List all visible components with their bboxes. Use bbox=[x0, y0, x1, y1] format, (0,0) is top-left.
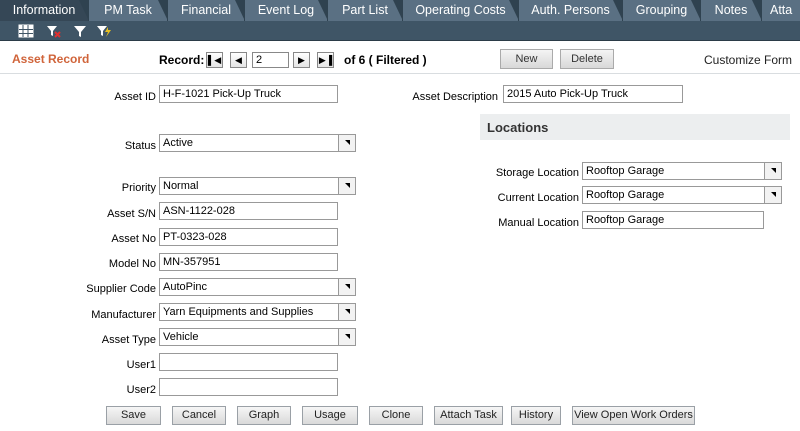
asset-type-value: Vehicle bbox=[163, 331, 199, 343]
tab-pm-task[interactable]: PM Task bbox=[89, 0, 168, 21]
next-record-button[interactable]: ▶ bbox=[293, 52, 310, 68]
chevron-down-icon[interactable] bbox=[338, 135, 355, 151]
tab-label: Atta bbox=[770, 3, 793, 17]
chevron-down-icon[interactable] bbox=[338, 304, 355, 320]
storage-location-value: Rooftop Garage bbox=[586, 165, 665, 177]
tab-label: Information bbox=[12, 3, 76, 17]
user2-label: User2 bbox=[126, 384, 156, 396]
tab-label: Part List bbox=[342, 3, 388, 17]
tab-attachments[interactable]: Atta bbox=[762, 0, 800, 21]
asset-no-label: Asset No bbox=[111, 233, 156, 245]
view-open-work-orders-button[interactable]: View Open Work Orders bbox=[572, 406, 695, 425]
first-record-button[interactable]: ▌◀ bbox=[206, 52, 223, 68]
storage-location-label: Storage Location bbox=[495, 167, 579, 179]
tab-label: Financial bbox=[180, 3, 232, 17]
status-label: Status bbox=[124, 140, 156, 152]
tab-information[interactable]: Information bbox=[0, 0, 89, 21]
asset-sn-label: Asset S/N bbox=[107, 208, 156, 220]
record-count-label: of 6 ( Filtered ) bbox=[344, 53, 427, 67]
last-record-button[interactable]: ▶▐ bbox=[317, 52, 334, 68]
storage-location-select[interactable]: Rooftop Garage bbox=[582, 162, 782, 180]
model-no-label: Model No bbox=[108, 258, 156, 270]
tab-label: PM Task bbox=[104, 3, 152, 17]
user2-field[interactable] bbox=[159, 378, 338, 396]
priority-value: Normal bbox=[163, 180, 199, 192]
current-location-select[interactable]: Rooftop Garage bbox=[582, 186, 782, 204]
tab-grouping[interactable]: Grouping bbox=[623, 0, 701, 21]
model-no-field[interactable]: MN-357951 bbox=[159, 253, 338, 271]
status-select[interactable]: Active bbox=[159, 134, 356, 152]
manufacturer-value: Yarn Equipments and Supplies bbox=[163, 306, 314, 318]
asset-type-select[interactable]: Vehicle bbox=[159, 328, 356, 346]
chevron-down-icon[interactable] bbox=[764, 187, 781, 203]
tab-label: Event Log bbox=[257, 3, 315, 17]
priority-select[interactable]: Normal bbox=[159, 177, 356, 195]
grid-icon[interactable] bbox=[18, 23, 34, 39]
toolbar bbox=[0, 21, 800, 41]
supplier-code-value: AutoPinc bbox=[163, 281, 208, 293]
save-button[interactable]: Save bbox=[106, 406, 161, 425]
chevron-down-icon[interactable] bbox=[764, 163, 781, 179]
customize-form-link[interactable]: Customize Form bbox=[704, 53, 792, 67]
supplier-code-label: Supplier Code bbox=[86, 283, 156, 295]
user1-field[interactable] bbox=[159, 353, 338, 371]
delete-button[interactable]: Delete bbox=[560, 49, 614, 69]
tab-event-log[interactable]: Event Log bbox=[245, 0, 328, 21]
tab-auth-persons[interactable]: Auth. Persons bbox=[519, 0, 623, 21]
manufacturer-select[interactable]: Yarn Equipments and Supplies bbox=[159, 303, 356, 321]
clear-filter-icon[interactable] bbox=[45, 23, 61, 39]
tab-label: Auth. Persons bbox=[531, 3, 610, 17]
tab-label: Grouping bbox=[635, 3, 688, 17]
quick-filter-icon[interactable] bbox=[96, 23, 112, 39]
tab-label: Notes bbox=[714, 3, 748, 17]
user1-label: User1 bbox=[126, 359, 156, 371]
record-label: Record: bbox=[159, 53, 205, 67]
tab-financial[interactable]: Financial bbox=[168, 0, 245, 21]
tab-part-list[interactable]: Part List bbox=[328, 0, 403, 21]
history-button[interactable]: History bbox=[511, 406, 561, 425]
manufacturer-label: Manufacturer bbox=[91, 309, 156, 321]
graph-button[interactable]: Graph bbox=[237, 406, 291, 425]
clone-button[interactable]: Clone bbox=[369, 406, 423, 425]
chevron-down-icon[interactable] bbox=[338, 178, 355, 194]
record-header: Asset Record Record: ▌◀ ◀ 2 ▶ ▶▐ of 6 ( … bbox=[0, 44, 800, 74]
manual-location-field[interactable]: Rooftop Garage bbox=[582, 211, 764, 229]
cancel-button[interactable]: Cancel bbox=[172, 406, 226, 425]
locations-title: Locations bbox=[487, 120, 549, 135]
asset-id-field[interactable]: H-F-1021 Pick-Up Truck bbox=[159, 85, 338, 103]
tab-bar: Information PM Task Financial Event Log … bbox=[0, 0, 800, 21]
asset-description-field[interactable]: 2015 Auto Pick-Up Truck bbox=[503, 85, 683, 103]
tab-notes[interactable]: Notes bbox=[701, 0, 762, 21]
previous-record-button[interactable]: ◀ bbox=[230, 52, 247, 68]
asset-no-field[interactable]: PT-0323-028 bbox=[159, 228, 338, 246]
record-number-input[interactable]: 2 bbox=[252, 52, 289, 68]
asset-description-label: Asset Description bbox=[412, 91, 498, 103]
attach-task-button[interactable]: Attach Task bbox=[434, 406, 503, 425]
tab-operating-costs[interactable]: Operating Costs bbox=[403, 0, 519, 21]
supplier-code-select[interactable]: AutoPinc bbox=[159, 278, 356, 296]
chevron-down-icon[interactable] bbox=[338, 279, 355, 295]
asset-id-label: Asset ID bbox=[114, 91, 156, 103]
status-value: Active bbox=[163, 137, 193, 149]
manual-location-label: Manual Location bbox=[498, 217, 579, 229]
current-location-label: Current Location bbox=[497, 192, 579, 204]
locations-section-header: Locations bbox=[480, 114, 790, 140]
asset-type-label: Asset Type bbox=[101, 334, 156, 346]
current-location-value: Rooftop Garage bbox=[586, 189, 665, 201]
new-button[interactable]: New bbox=[500, 49, 553, 69]
filter-icon[interactable] bbox=[72, 23, 88, 39]
chevron-down-icon[interactable] bbox=[338, 329, 355, 345]
asset-sn-field[interactable]: ASN-1122-028 bbox=[159, 202, 338, 220]
tab-label: Operating Costs bbox=[415, 3, 506, 17]
usage-button[interactable]: Usage bbox=[302, 406, 358, 425]
page-title: Asset Record bbox=[12, 52, 90, 66]
priority-label: Priority bbox=[121, 182, 156, 194]
